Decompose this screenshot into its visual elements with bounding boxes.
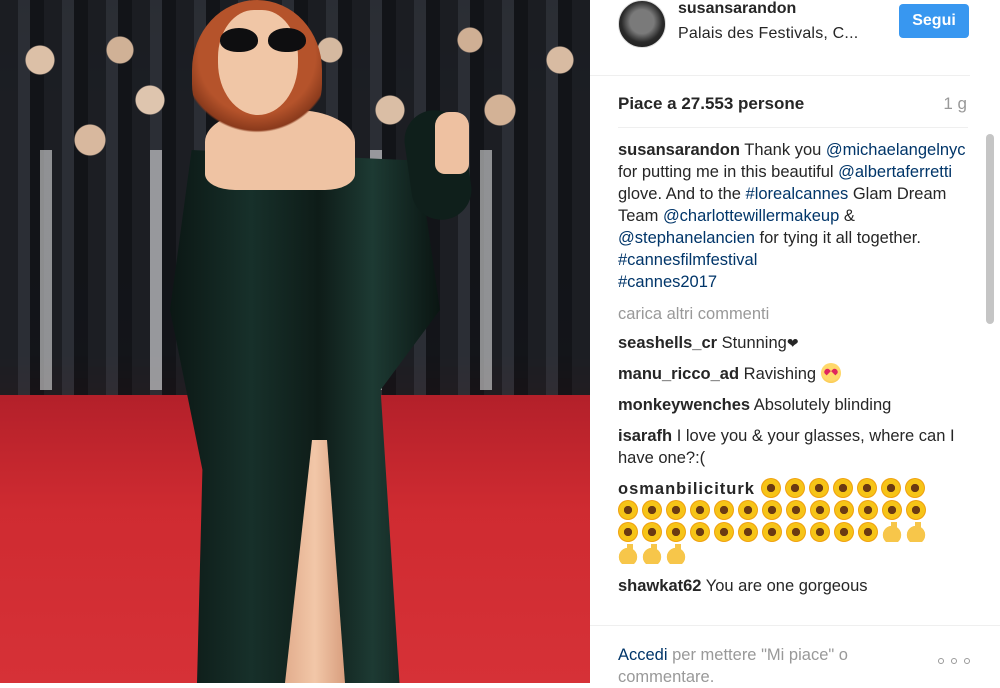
- mention-link[interactable]: @stephanelancien: [618, 229, 755, 247]
- comments-list: susansarandon Thank you @michaelangelnyc…: [618, 139, 968, 619]
- list-item: manu_ricco_ad Ravishing: [618, 363, 968, 385]
- mention-link[interactable]: @albertaferretti: [838, 163, 952, 181]
- comment-username[interactable]: manu_ricco_ad: [618, 365, 739, 383]
- avatar[interactable]: [618, 0, 666, 48]
- comment-username[interactable]: isarafh: [618, 427, 672, 445]
- sunglasses: [220, 28, 310, 54]
- post-location[interactable]: Palais des Festivals, C...: [678, 25, 858, 43]
- load-more-comments-link[interactable]: carica altri commenti: [618, 303, 968, 325]
- comment-username[interactable]: osmanbiliciturk: [618, 480, 755, 498]
- comment-username[interactable]: seashells_cr: [618, 334, 717, 352]
- caption-text: glove. And to the: [618, 185, 746, 203]
- post-details-panel: susansarandon Palais des Festivals, C...…: [590, 0, 1000, 686]
- login-prompt: Accedi per mettere "Mi piace" o commenta…: [618, 644, 908, 688]
- comments-scrollbar[interactable]: [986, 134, 994, 324]
- list-item: osmanbiliciturk: [618, 478, 968, 566]
- thumbs-up-hand: [435, 112, 469, 174]
- caption: susansarandon Thank you @michaelangelnyc…: [618, 139, 968, 293]
- comment-username[interactable]: shawkat62: [618, 577, 701, 595]
- follow-button[interactable]: Segui: [899, 4, 969, 38]
- post-footer: Accedi per mettere "Mi piace" o commenta…: [590, 625, 1000, 686]
- post-header: susansarandon Palais des Festivals, C...…: [590, 0, 970, 76]
- caption-username[interactable]: susansarandon: [618, 141, 740, 159]
- heart-icon: ❤: [786, 335, 799, 351]
- heart-eyes-face-icon: [820, 363, 841, 383]
- login-link[interactable]: Accedi: [618, 646, 668, 664]
- caption-text: for putting me in this beautiful: [618, 163, 839, 181]
- comment-text: You are one gorgeous: [701, 577, 868, 595]
- comment-text: Absolutely blinding: [750, 396, 892, 414]
- face: [218, 10, 298, 115]
- caption-text: &: [839, 207, 855, 225]
- caption-text: for tying it all together.: [754, 229, 921, 247]
- post-photo[interactable]: [0, 0, 590, 683]
- comment-username[interactable]: monkeywenches: [618, 396, 750, 414]
- mention-link[interactable]: @charlottewillermakeup: [663, 207, 839, 225]
- post-username[interactable]: susansarandon: [678, 0, 796, 18]
- hashtag-link[interactable]: #cannesfilmfestival: [618, 251, 757, 269]
- more-options-icon[interactable]: [938, 656, 970, 666]
- hashtag-link[interactable]: #cannes2017: [618, 273, 717, 291]
- likes-count[interactable]: Piace a 27.553 persone: [618, 94, 804, 114]
- list-item: monkeywenches Absolutely blinding: [618, 394, 968, 416]
- caption-text: Thank you: [739, 141, 826, 159]
- comment-text: Ravishing: [739, 365, 821, 383]
- list-item: seashells_cr Stunning❤: [618, 332, 968, 354]
- hashtag-link[interactable]: #lorealcannes: [746, 185, 849, 203]
- divider: [618, 127, 968, 128]
- post-time[interactable]: 1 g: [943, 94, 967, 114]
- mention-link[interactable]: @michaelangelnyc: [826, 141, 966, 159]
- list-item: isarafh I love you & your glasses, where…: [618, 425, 968, 469]
- list-item: shawkat62 You are one gorgeous: [618, 575, 968, 597]
- comment-text: Stunning: [717, 334, 787, 352]
